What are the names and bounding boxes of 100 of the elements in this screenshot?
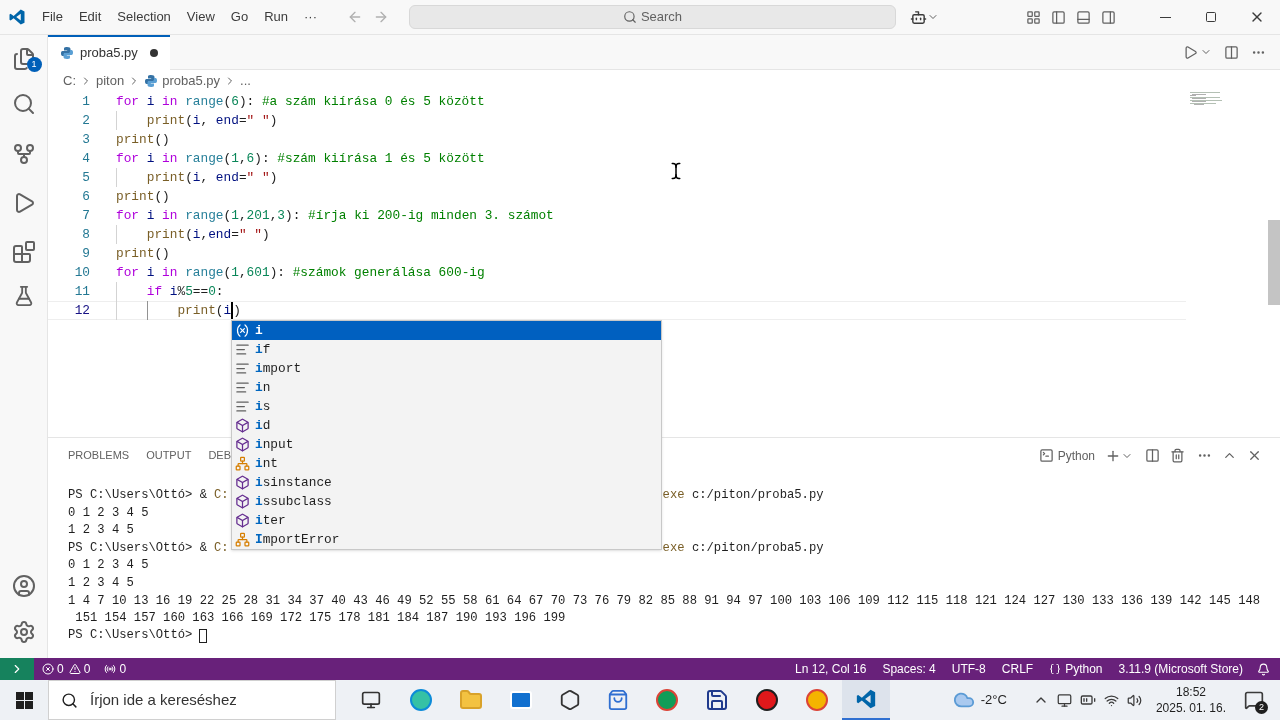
- status-item[interactable]: Spaces: 4: [882, 660, 936, 678]
- panel-tab[interactable]: DEB: [208, 447, 231, 464]
- sidebar-toggle-icon[interactable]: [1051, 9, 1066, 25]
- ports-status[interactable]: 0: [104, 660, 127, 678]
- line-number: 9: [81, 244, 90, 263]
- temperature[interactable]: -2°C: [980, 690, 1007, 710]
- terminal-name[interactable]: Python: [1057, 446, 1095, 465]
- clock-time[interactable]: 18:52: [1175, 684, 1206, 700]
- extensions-icon[interactable]: [11, 240, 36, 264]
- search-icon: [61, 691, 78, 709]
- layout-icon[interactable]: [1026, 9, 1041, 25]
- terminal-path: C:: [213, 487, 229, 504]
- status-item[interactable]: UTF-8: [951, 660, 986, 678]
- keyword-icon: [235, 342, 250, 357]
- breadcrumb-item[interactable]: piton: [96, 71, 125, 91]
- code-line: print(i,end=" "): [116, 225, 270, 244]
- problems-status[interactable]: 0 0: [42, 660, 91, 678]
- terminal-command: exe c:/piton/proba5.py: [662, 487, 824, 504]
- suggestion-item[interactable]: i: [232, 321, 661, 340]
- keyword-icon: [235, 361, 250, 376]
- volume-icon[interactable]: [1126, 692, 1142, 708]
- line-number: 11: [73, 282, 90, 301]
- line-number: 4: [81, 149, 90, 168]
- suggestion-item[interactable]: input: [232, 435, 661, 454]
- breadcrumb-item[interactable]: proba5.py: [162, 71, 221, 91]
- notification-badge: 1: [26, 57, 42, 72]
- menu-item[interactable]: File: [34, 7, 71, 27]
- secondary-sidebar-icon[interactable]: [1101, 9, 1116, 25]
- terminal-command: exe c:/piton/proba5.py: [662, 539, 824, 557]
- suggestion-item[interactable]: int: [232, 454, 661, 473]
- line-number: 5: [81, 168, 90, 187]
- suggestion-item[interactable]: is: [232, 397, 661, 416]
- code-line: print(i, end=" "): [116, 111, 278, 130]
- status-item[interactable]: Ln 12, Col 16: [795, 660, 867, 678]
- windows-logo-icon[interactable]: [15, 691, 33, 709]
- keyword-icon: [235, 380, 250, 395]
- breadcrumb-item[interactable]: ...: [240, 71, 251, 91]
- code-line: print(): [116, 245, 170, 263]
- bell-icon[interactable]: [1257, 662, 1270, 676]
- panel-tab[interactable]: PROBLEMS: [68, 447, 130, 464]
- split-editor-icon[interactable]: [1224, 44, 1239, 60]
- menu-item[interactable]: Edit: [70, 7, 110, 27]
- search-placeholder: Írjon ide a kereséshez: [90, 689, 237, 710]
- menu-item[interactable]: Selection: [109, 7, 179, 27]
- line-number: 6: [81, 187, 90, 206]
- editor-app-button[interactable]: [842, 680, 890, 720]
- menu-item[interactable]: ···: [296, 7, 325, 27]
- terminal-path: C:: [213, 539, 229, 557]
- settings-icon[interactable]: [11, 620, 36, 644]
- tray-app-icon[interactable]: [1056, 692, 1072, 708]
- app-logo-icon: [855, 688, 877, 710]
- class-icon: [235, 532, 250, 547]
- account-icon[interactable]: [11, 574, 36, 598]
- robot-icon[interactable]: [910, 8, 927, 26]
- panel-toggle-icon[interactable]: [1076, 9, 1091, 25]
- menu-item[interactable]: Run: [256, 7, 296, 27]
- panel-tab[interactable]: OUTPUT: [146, 447, 192, 464]
- interpreter-status[interactable]: 3.11.9 (Microsoft Store): [1118, 660, 1243, 678]
- suggestion-item[interactable]: if: [232, 340, 661, 359]
- record-icon[interactable]: [755, 688, 779, 712]
- line-number: 3: [81, 130, 90, 149]
- code-line: if i%5==0:: [116, 282, 224, 301]
- battery-icon[interactable]: [1079, 692, 1096, 708]
- suggestion-item[interactable]: isinstance: [232, 473, 661, 492]
- run-icon[interactable]: [1183, 44, 1198, 60]
- editor-tab[interactable]: proba5.py: [48, 34, 170, 70]
- split-terminal-icon[interactable]: [1145, 448, 1160, 463]
- source-control-icon[interactable]: [11, 142, 36, 166]
- line-number: 7: [81, 206, 90, 225]
- clock-date[interactable]: 2025. 01. 16.: [1155, 700, 1226, 716]
- terminal-output: 1 2 3 4 5: [68, 523, 134, 538]
- suggestion-item[interactable]: ImportError: [232, 530, 661, 549]
- suggestion-item[interactable]: id: [232, 416, 661, 435]
- status-item[interactable]: CRLF: [1001, 660, 1034, 678]
- taskbar-search-field[interactable]: Írjon ide a kereséshez: [48, 680, 336, 720]
- terminal-output: 0 1 2 3 4 5: [68, 505, 149, 520]
- code-line: print(): [116, 188, 170, 206]
- terminal-icon: [1038, 448, 1054, 463]
- menu-item[interactable]: Go: [222, 7, 257, 27]
- wifi-icon[interactable]: [1103, 692, 1119, 708]
- files-icon[interactable]: [11, 47, 36, 71]
- line-number: 10: [73, 263, 90, 282]
- language-status[interactable]: Python: [1049, 660, 1103, 678]
- search-field[interactable]: Search: [409, 5, 896, 29]
- task-view-icon[interactable]: [361, 690, 381, 710]
- code-line: for i in range(1,601): #számok generálása 600-ig: [116, 264, 485, 282]
- menu-item[interactable]: View: [178, 7, 223, 27]
- store-icon[interactable]: [607, 689, 629, 711]
- hexagon-icon[interactable]: [559, 689, 581, 711]
- suggestion-item[interactable]: import: [232, 359, 661, 378]
- suggestion-item[interactable]: in: [232, 378, 661, 397]
- close-panel-icon[interactable]: [1247, 448, 1262, 463]
- breadcrumb-item[interactable]: C:: [63, 71, 76, 91]
- suggestion-item[interactable]: iter: [232, 511, 661, 530]
- search-icon[interactable]: [11, 92, 36, 116]
- search-icon: [622, 10, 637, 24]
- trash-icon[interactable]: [1170, 448, 1185, 463]
- broadcast-icon: [104, 663, 117, 675]
- python-file-icon: [144, 74, 159, 88]
- suggestion-item[interactable]: issubclass: [232, 492, 661, 511]
